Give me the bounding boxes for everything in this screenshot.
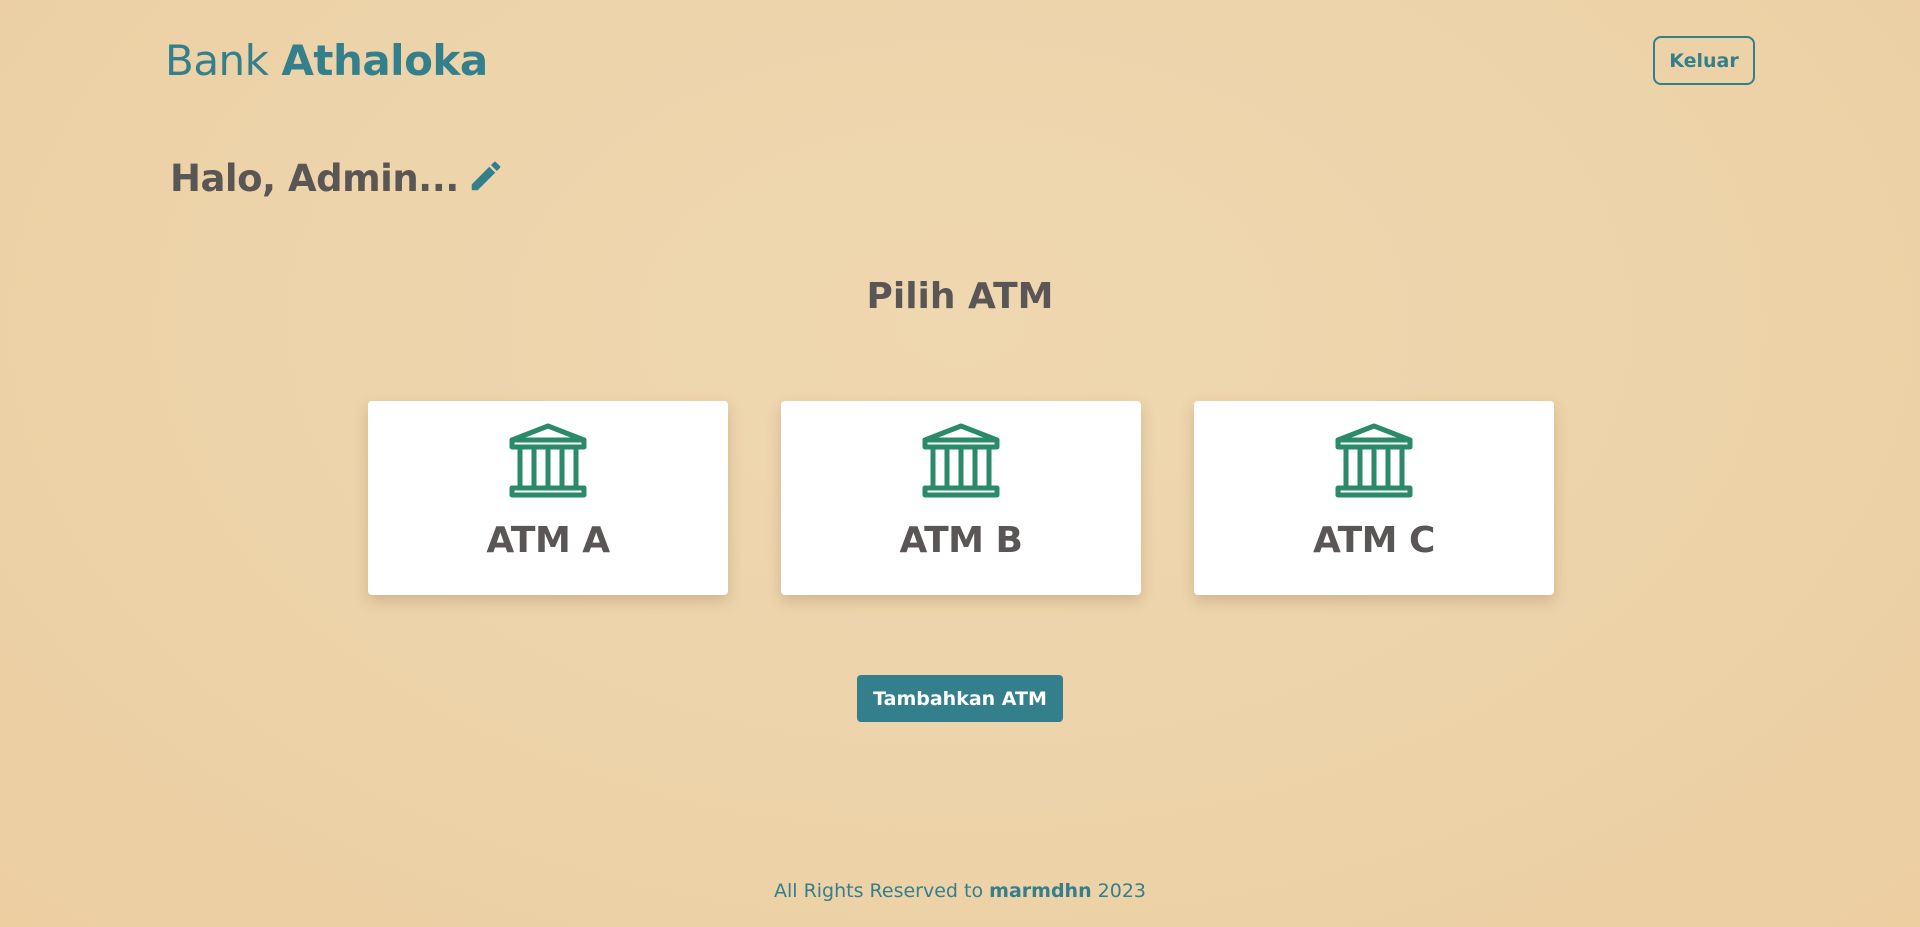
brand-logo[interactable]: Bank Athaloka: [165, 36, 488, 85]
atm-list: ATM A ATM B ATM C: [368, 401, 1554, 595]
footer: All Rights Reserved to marmdhn 2023: [0, 880, 1920, 902]
atm-card-a[interactable]: ATM A: [368, 401, 728, 595]
atm-card-label: ATM C: [1313, 520, 1435, 561]
bank-icon: [509, 423, 587, 498]
footer-author[interactable]: marmdhn: [989, 880, 1091, 902]
footer-year: 2023: [1097, 880, 1147, 902]
page-title: Pilih ATM: [866, 276, 1054, 317]
brand-prefix: Bank: [165, 36, 269, 85]
bank-icon: [1335, 423, 1413, 498]
atm-card-label: ATM A: [486, 520, 610, 561]
greeting: Halo, Admin...: [170, 157, 505, 200]
add-atm-button[interactable]: Tambahkan ATM: [857, 675, 1063, 722]
atm-card-b[interactable]: ATM B: [781, 401, 1141, 595]
footer-prefix: All Rights Reserved to: [773, 880, 984, 902]
greeting-text: Halo, Admin...: [170, 157, 459, 200]
atm-card-c[interactable]: ATM C: [1194, 401, 1554, 595]
bank-icon: [922, 423, 1000, 498]
atm-card-label: ATM B: [899, 520, 1023, 561]
brand-name: Athaloka: [281, 36, 488, 85]
logout-button[interactable]: Keluar: [1653, 36, 1755, 85]
pencil-icon[interactable]: [467, 157, 505, 195]
